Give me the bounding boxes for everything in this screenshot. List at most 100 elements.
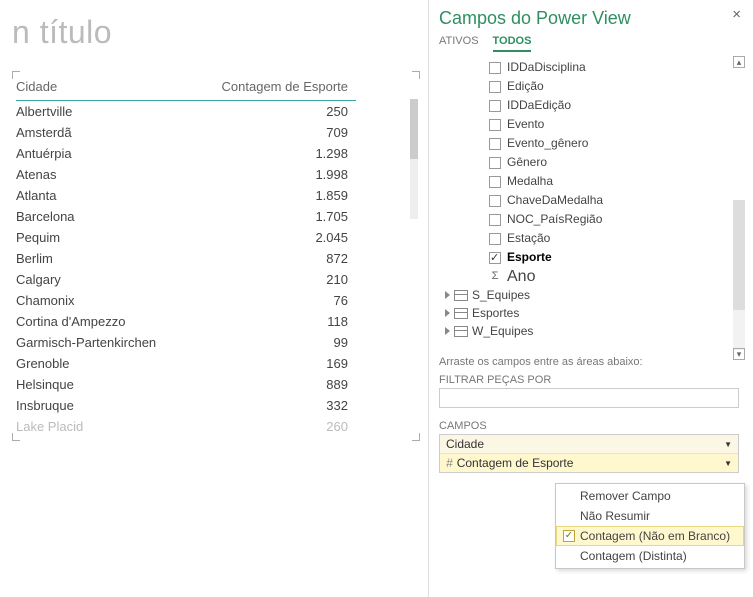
field-label: IDDaEdição [507,97,571,114]
checkbox[interactable] [489,138,501,150]
cell-count: 76 [193,290,356,311]
drop-row-label: Cidade [446,437,484,451]
cell-count: 210 [193,269,356,290]
field-ano[interactable]: Ano [507,268,535,285]
filter-drop-area[interactable] [439,388,739,408]
field-label: Evento_gênero [507,135,588,152]
tab-active[interactable]: ATIVOS [439,35,479,52]
table-scrollbar[interactable] [410,99,418,219]
table-row[interactable]: Grenoble169 [16,353,356,374]
cell-count: 1.705 [193,206,356,227]
cell-count: 1.298 [193,143,356,164]
scroll-down-icon[interactable]: ▾ [733,348,745,360]
page-title: n título [12,0,408,69]
table-row[interactable]: Garmisch-Partenkirchen99 [16,332,356,353]
sigma-icon: Σ [489,268,501,285]
cell-city: Albertville [16,101,193,123]
field-item[interactable]: Estação [439,229,753,248]
checkbox[interactable] [489,214,501,226]
cell-count: 118 [193,311,356,332]
table-row[interactable]: Barcelona1.705 [16,206,356,227]
selection-corner [412,433,420,441]
table-row[interactable]: Lake Placid260 [16,416,356,437]
scrollbar-thumb[interactable] [410,99,418,159]
table-row[interactable]: Albertville250 [16,101,356,123]
tab-all[interactable]: TODOS [493,35,532,52]
menu-no-summarize[interactable]: Não Resumir [556,506,744,526]
table-row[interactable]: Atlanta1.859 [16,185,356,206]
drop-row-contagem[interactable]: #Contagem de Esporte ▼ [440,454,738,472]
checkbox[interactable] [489,195,501,207]
menu-count-nonblank[interactable]: ✓ Contagem (Não em Branco) [556,526,744,546]
field-item[interactable]: Medalha [439,172,753,191]
checkbox[interactable] [489,233,501,245]
field-item[interactable]: Edição [439,77,753,96]
cell-count: 2.045 [193,227,356,248]
table-node[interactable]: S_Equipes [439,286,753,304]
drop-row-cidade[interactable]: Cidade ▼ [440,435,738,454]
checkbox[interactable] [489,119,501,131]
check-icon: ✓ [563,530,575,542]
table-label: Esportes [472,306,519,320]
dropdown-icon[interactable]: ▼ [724,440,732,449]
cell-city: Grenoble [16,353,193,374]
menu-count-distinct[interactable]: Contagem (Distinta) [556,546,744,566]
table-row[interactable]: Insbruque332 [16,395,356,416]
table-node[interactable]: Esportes [439,304,753,322]
drop-row-label: #Contagem de Esporte [446,456,573,470]
table-row[interactable]: Atenas1.998 [16,164,356,185]
checkbox[interactable] [489,252,501,264]
field-label: NOC_PaísRegião [507,211,602,228]
data-table[interactable]: Cidade Contagem de Esporte Albertville25… [16,75,356,437]
expand-icon[interactable] [445,309,450,317]
table-row[interactable]: Berlim872 [16,248,356,269]
field-item[interactable]: Esporte [439,248,753,267]
table-row[interactable]: Cortina d'Ampezzo118 [16,311,356,332]
selection-corner [12,433,20,441]
checkbox[interactable] [489,157,501,169]
fields-section-label: CAMPOS [439,420,753,432]
field-item[interactable]: NOC_PaísRegião [439,210,753,229]
table-row[interactable]: Antuérpia1.298 [16,143,356,164]
checkbox[interactable] [489,176,501,188]
field-item[interactable]: Evento_gênero [439,134,753,153]
cell-city: Cortina d'Ampezzo [16,311,193,332]
cell-count: 889 [193,374,356,395]
cell-city: Atlanta [16,185,193,206]
cell-city: Amsterdã [16,122,193,143]
field-item[interactable]: ChaveDaMedalha [439,191,753,210]
field-item[interactable]: Evento [439,115,753,134]
table-row[interactable]: Pequim2.045 [16,227,356,248]
expand-icon[interactable] [445,291,450,299]
table-node[interactable]: W_Equipes [439,322,753,340]
table-row[interactable]: Chamonix76 [16,290,356,311]
col-header-count[interactable]: Contagem de Esporte [193,75,356,101]
cell-city: Lake Placid [16,416,193,437]
table-row[interactable]: Helsinque889 [16,374,356,395]
table-row[interactable]: Amsterdã709 [16,122,356,143]
field-item[interactable]: IDDaDisciplina [439,58,753,77]
fields-drop-area[interactable]: Cidade ▼ #Contagem de Esporte ▼ [439,434,739,473]
table-icon [454,290,468,301]
close-icon[interactable]: × [732,6,741,23]
table-label: S_Equipes [472,288,530,302]
dropdown-icon[interactable]: ▼ [724,459,732,468]
panel-scrollbar[interactable] [733,200,745,350]
field-item[interactable]: Gênero [439,153,753,172]
field-label: Medalha [507,173,553,190]
panel-title: Campos do Power View [439,4,753,31]
scrollbar-thumb[interactable] [733,200,745,310]
field-item[interactable]: IDDaEdição [439,96,753,115]
table-icon [454,326,468,337]
expand-icon[interactable] [445,327,450,335]
menu-remove-field[interactable]: Remover Campo [556,486,744,506]
checkbox[interactable] [489,81,501,93]
cell-city: Garmisch-Partenkirchen [16,332,193,353]
cell-city: Berlim [16,248,193,269]
checkbox[interactable] [489,100,501,112]
field-list: IDDaDisciplinaEdiçãoIDDaEdiçãoEventoEven… [439,58,753,267]
data-table-wrap: Cidade Contagem de Esporte Albertville25… [16,75,408,437]
table-row[interactable]: Calgary210 [16,269,356,290]
col-header-city[interactable]: Cidade [16,75,193,101]
checkbox[interactable] [489,62,501,74]
